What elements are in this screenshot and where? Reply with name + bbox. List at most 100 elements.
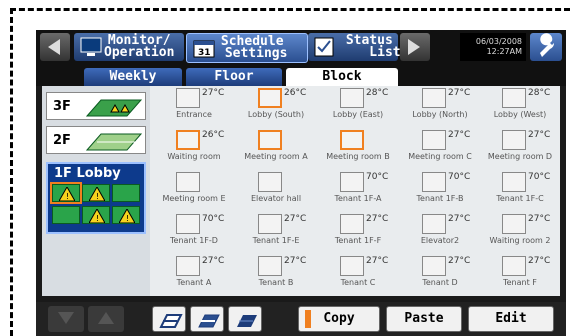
ac-unit-icon: [258, 256, 282, 276]
unit-lobby-west[interactable]: 28°C Lobby (West): [480, 86, 560, 128]
ac-unit-icon: [258, 130, 282, 150]
unit-name: Meeting room A: [244, 152, 308, 161]
block-cell[interactable]: [52, 206, 80, 224]
unit-tenant-1f-d[interactable]: 70°C Tenant 1F-D: [154, 212, 234, 254]
water-heater-icon: [422, 172, 446, 192]
ac-unit-icon: [502, 130, 526, 150]
edit-button[interactable]: Edit: [468, 306, 554, 332]
svg-text:31: 31: [198, 48, 211, 58]
unit-meeting-room-a[interactable]: Meeting room A: [236, 128, 316, 170]
unit-lobby-east[interactable]: 28°C Lobby (East): [318, 86, 398, 128]
tab-weekly[interactable]: Weekly: [84, 68, 182, 86]
unit-tenant-d[interactable]: 27°C Tenant D: [400, 254, 480, 296]
unit-tenant-1f-b[interactable]: 70°C Tenant 1F-B: [400, 170, 480, 212]
wrench-icon: [540, 33, 555, 57]
unit-elevator2[interactable]: 27°C Elevator2: [400, 212, 480, 254]
floor-plan-icon: [85, 99, 143, 117]
unit-name: Tenant 1F-A: [334, 194, 382, 203]
unit-lobby-north[interactable]: 27°C Lobby (North): [400, 86, 480, 128]
unit-entrance[interactable]: 27°C Entrance: [154, 86, 234, 128]
block-cell[interactable]: !: [82, 206, 110, 224]
nav-next-button[interactable]: [400, 33, 430, 61]
block-cell[interactable]: !: [50, 182, 82, 204]
fan-unit-icon: [176, 172, 200, 192]
unit-temp: 27°C: [448, 130, 471, 140]
warning-icon: !: [59, 187, 75, 201]
floor-label: 2F: [53, 133, 71, 148]
floor-item-3f[interactable]: 3F: [46, 92, 146, 120]
tab-monitor-operation[interactable]: Monitor/ Operation: [74, 33, 184, 61]
dashed-frame-left: [10, 8, 13, 336]
unit-meeting-room-c[interactable]: 27°C Meeting room C: [400, 128, 480, 170]
layers-solid-icon: [237, 315, 257, 327]
unit-name: Tenant F: [503, 278, 537, 287]
unit-tenant-1f-a[interactable]: 70°C Tenant 1F-A: [318, 170, 398, 212]
datetime-display: 06/03/2008 12:27AM: [460, 33, 526, 61]
clock-unit-icon: [176, 256, 200, 276]
ac-unit-icon: [422, 130, 446, 150]
unit-waiting-room[interactable]: 26°C Waiting room: [154, 128, 234, 170]
copy-button[interactable]: Copy: [298, 306, 380, 332]
dashed-frame-top: [10, 8, 570, 11]
block-cell[interactable]: !: [82, 184, 110, 202]
unit-temp: 27°C: [202, 256, 225, 266]
unit-tenant-c[interactable]: 27°C Tenant C: [318, 254, 398, 296]
unit-temp: 26°C: [202, 130, 225, 140]
page-up-button[interactable]: [88, 306, 124, 332]
unit-tenant-1f-f[interactable]: 27°C Tenant 1F-F: [318, 212, 398, 254]
unit-elevator-hall[interactable]: Elevator hall: [236, 170, 316, 212]
unit-temp: 27°C: [528, 256, 551, 266]
floor-item-2f[interactable]: 2F: [46, 126, 146, 154]
view-solid-button[interactable]: [228, 306, 262, 332]
svg-text:!: !: [96, 214, 99, 223]
block-1f-lobby[interactable]: 1F Lobby ! ! ! !: [46, 162, 146, 234]
unit-meeting-room-b[interactable]: Meeting room B: [318, 128, 398, 170]
unit-name: Lobby (North): [412, 110, 468, 119]
calendar-icon: 31: [193, 40, 215, 58]
maintenance-button[interactable]: [530, 33, 562, 61]
tab-schedule-settings[interactable]: 31 Schedule Settings: [186, 33, 308, 63]
unit-temp: 27°C: [366, 256, 389, 266]
unit-temp: 27°C: [284, 214, 307, 224]
nav-prev-button[interactable]: [40, 33, 70, 61]
unit-temp: 27°C: [202, 88, 225, 98]
unit-temp: 28°C: [366, 88, 389, 98]
ac-unit-icon: [340, 130, 364, 150]
clock-unit-icon: [176, 88, 200, 108]
unit-meeting-room-e[interactable]: Meeting room E: [154, 170, 234, 212]
unit-name: Tenant 1F-E: [252, 236, 300, 245]
block-cell[interactable]: !: [112, 206, 140, 224]
block-cell[interactable]: [112, 184, 140, 202]
warning-icon: !: [119, 209, 135, 223]
view-partial-button[interactable]: [190, 306, 224, 332]
left-arrow-icon: [48, 39, 60, 55]
unit-lobby-south[interactable]: 26°C Lobby (South): [236, 86, 316, 128]
tab-floor[interactable]: Floor: [186, 68, 282, 86]
clock-unit-icon: [340, 88, 364, 108]
layers-outline-icon: [159, 314, 183, 328]
floor-list: 3F 2F 1F Lobby ! ! ! !: [42, 86, 150, 296]
unit-tenant-f[interactable]: 27°C Tenant F: [480, 254, 560, 296]
unit-tenant-1f-c[interactable]: 70°C Tenant 1F-C: [480, 170, 560, 212]
tab-block[interactable]: Block: [286, 68, 398, 86]
unit-name: Tenant B: [258, 278, 294, 287]
fan-warning-icon: [258, 172, 282, 192]
tab-status-list[interactable]: Status List: [308, 33, 401, 61]
unit-meeting-room-d[interactable]: 27°C Meeting room D: [480, 128, 560, 170]
unit-name: Waiting room: [167, 152, 221, 161]
unit-tenant-1f-e[interactable]: 27°C Tenant 1F-E: [236, 212, 316, 254]
view-outline-button[interactable]: [152, 306, 186, 332]
page-down-button[interactable]: [48, 306, 84, 332]
unit-tenant-a[interactable]: 27°C Tenant A: [154, 254, 234, 296]
unit-name: Tenant 1F-D: [170, 236, 218, 245]
clock-unit-icon: [422, 214, 446, 234]
unit-name: Meeting room E: [162, 194, 226, 203]
ac-unit-icon: [258, 214, 282, 234]
clock-unit-icon: [422, 256, 446, 276]
unit-waiting-room-2[interactable]: 27°C Waiting room 2: [480, 212, 560, 254]
block-label: 1F Lobby: [54, 166, 121, 181]
unit-tenant-b[interactable]: 27°C Tenant B: [236, 254, 316, 296]
paste-button[interactable]: Paste: [386, 306, 462, 332]
ac-unit-icon: [340, 256, 364, 276]
up-arrow-icon: [98, 312, 114, 324]
